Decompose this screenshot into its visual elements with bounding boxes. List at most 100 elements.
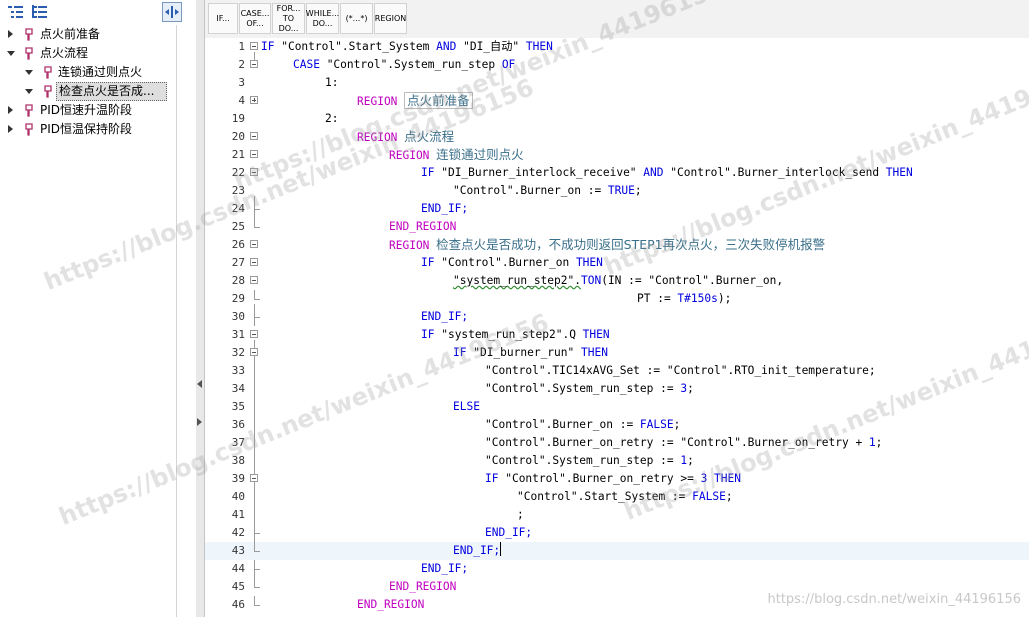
code-line[interactable]: 42 END_IF; — [205, 524, 1029, 542]
code-text: "system_run_step2".TON(IN := "Control".B… — [453, 274, 784, 287]
code-line[interactable]: 32 IF "DI_burner_run" THEN — [205, 344, 1029, 362]
code-line[interactable]: 4 REGION 点火前准备 — [205, 92, 1029, 110]
code-text: END_IF; — [421, 562, 469, 575]
fold-end-marker — [254, 560, 260, 570]
fold-end-marker — [254, 524, 260, 534]
collapse-arrow-icon[interactable] — [25, 89, 33, 94]
tree-item-label: 检查点火是否成... — [56, 82, 168, 101]
collapse-arrow-icon[interactable] — [25, 70, 33, 75]
tree-item[interactable]: 点火前准备 — [0, 25, 196, 44]
expand-arrow-icon[interactable] — [8, 106, 13, 114]
expand-arrow-icon[interactable] — [8, 125, 13, 133]
code-text: END_REGION — [357, 598, 425, 611]
line-number: 4 — [238, 94, 245, 107]
line-number: 31 — [231, 328, 245, 341]
collapse-arrow-icon[interactable] — [7, 51, 15, 56]
code-line[interactable]: 19 2: — [205, 110, 1029, 128]
fold-toggle-icon[interactable] — [250, 60, 258, 68]
code-line[interactable]: 23 "Control".Burner_on := TRUE; — [205, 182, 1029, 200]
code-line[interactable]: 39 IF "Control".Burner_on_retry >= 3 THE… — [205, 470, 1029, 488]
fold-toggle-icon[interactable] — [250, 348, 258, 356]
fold-end-marker — [254, 578, 260, 588]
fold-expand-icon[interactable] — [250, 96, 258, 104]
while-button[interactable]: WHILE... DO... — [306, 3, 339, 34]
code-text: REGION 连锁通过则点火 — [389, 147, 524, 162]
code-line[interactable]: 3 1: — [205, 74, 1029, 92]
fold-toggle-icon[interactable] — [250, 240, 258, 248]
code-text: END_REGION — [389, 580, 457, 593]
code-line[interactable]: 37 "Control".Burner_on_retry := "Control… — [205, 434, 1029, 452]
line-number: 20 — [231, 130, 245, 143]
collapse-left-icon[interactable] — [197, 380, 202, 388]
code-text: END_IF; — [421, 202, 469, 215]
fold-toggle-icon[interactable] — [250, 330, 258, 338]
collapse-all-icon[interactable] — [7, 4, 25, 20]
fold-toggle-icon[interactable] — [250, 276, 258, 284]
fold-toggle-icon[interactable] — [250, 42, 258, 50]
code-line[interactable]: 41 ; — [205, 506, 1029, 524]
fold-toggle-icon[interactable] — [250, 150, 258, 158]
code-editor[interactable]: 1 IF "Control".Start_System AND "DI_自动" … — [205, 38, 1029, 617]
code-line-current[interactable]: 43 END_IF; — [205, 542, 1029, 560]
tree-item[interactable]: PID恒速升温阶段 — [0, 101, 196, 120]
tree-item-selected[interactable]: 检查点火是否成... — [0, 82, 196, 101]
code-text: "Control".Burner_on := FALSE; — [485, 418, 681, 431]
code-line[interactable]: 29 PT := T#150s); — [205, 290, 1029, 308]
code-line[interactable]: 27 IF "Control".Burner_on THEN — [205, 254, 1029, 272]
line-number: 39 — [231, 472, 245, 485]
expand-arrow-icon[interactable] — [8, 30, 13, 38]
code-line[interactable]: 28 "system_run_step2".TON(IN := "Control… — [205, 272, 1029, 290]
code-text: IF "Control".Start_System AND "DI_自动" TH… — [261, 40, 553, 53]
code-line[interactable]: 36 "Control".Burner_on := FALSE; — [205, 416, 1029, 434]
fold-toggle-icon[interactable] — [250, 132, 258, 140]
code-line[interactable]: 31 IF "system_run_step2".Q THEN — [205, 326, 1029, 344]
line-number: 30 — [231, 310, 245, 323]
expand-left-icon[interactable] — [197, 418, 202, 426]
code-text: 1: — [325, 76, 339, 89]
expand-all-icon[interactable] — [31, 4, 49, 20]
code-text: IF "Control".Burner_on THEN — [421, 256, 603, 269]
navigation-panel: 点火前准备 点火流程 连锁通过则点火 检查点火是否成... PID恒速升温阶段 … — [0, 0, 197, 617]
code-line[interactable]: 33 "Control".TIC14xAVG_Set := "Control".… — [205, 362, 1029, 380]
code-line[interactable]: 35 ELSE — [205, 398, 1029, 416]
code-line[interactable]: 25 END_REGION — [205, 218, 1029, 236]
code-line[interactable]: 38 "Control".System_run_step := 1; — [205, 452, 1029, 470]
fold-end-marker — [254, 596, 260, 606]
line-number: 32 — [231, 346, 245, 359]
code-text: END_IF; — [421, 310, 469, 323]
code-line[interactable]: 2 CASE "Control".System_run_step OF — [205, 56, 1029, 74]
code-line[interactable]: 26 REGION 检查点火是否成功，不成功则返回STEP1再次点火，三次失败停… — [205, 236, 1029, 254]
tree-item[interactable]: 点火流程 — [0, 44, 196, 63]
code-line[interactable]: 40 "Control".Start_System := FALSE; — [205, 488, 1029, 506]
region-icon — [23, 47, 35, 60]
line-number: 36 — [231, 418, 245, 431]
case-button[interactable]: CASE... OF... — [239, 3, 271, 34]
code-line[interactable]: 22 IF "DI_Burner_interlock_receive" AND … — [205, 164, 1029, 182]
code-line[interactable]: 21 REGION 连锁通过则点火 — [205, 146, 1029, 164]
if-button[interactable]: IF... — [208, 3, 238, 34]
fold-end-marker — [254, 542, 260, 552]
panel-splitter[interactable] — [196, 0, 205, 617]
line-number: 42 — [231, 526, 245, 539]
region-button[interactable]: REGION — [374, 3, 407, 34]
tree-item[interactable]: 连锁通过则点火 — [0, 63, 196, 82]
comment-button[interactable]: (*...*) — [340, 3, 373, 34]
region-icon — [42, 85, 54, 98]
code-line[interactable]: 20 REGION 点火流程 — [205, 128, 1029, 146]
code-line[interactable]: 44 END_IF; — [205, 560, 1029, 578]
code-line[interactable]: 30 END_IF; — [205, 308, 1029, 326]
code-line[interactable]: 34 "Control".System_run_step := 3; — [205, 380, 1029, 398]
line-number: 2 — [238, 58, 245, 71]
tree-item[interactable]: PID恒温保持阶段 — [0, 120, 196, 139]
line-number: 46 — [231, 598, 245, 611]
fold-toggle-icon[interactable] — [250, 474, 258, 482]
fold-toggle-icon[interactable] — [250, 258, 258, 266]
sync-navigation-button[interactable] — [162, 2, 182, 22]
code-line[interactable]: 1 IF "Control".Start_System AND "DI_自动" … — [205, 38, 1029, 56]
code-text: ELSE — [453, 400, 480, 413]
for-button[interactable]: FOR... TO DO... — [272, 3, 305, 34]
code-line[interactable]: 24 END_IF; — [205, 200, 1029, 218]
code-text: "Control".Burner_on_retry := "Control".B… — [485, 436, 883, 449]
fold-toggle-icon[interactable] — [250, 168, 258, 176]
fold-end-marker — [254, 308, 260, 318]
